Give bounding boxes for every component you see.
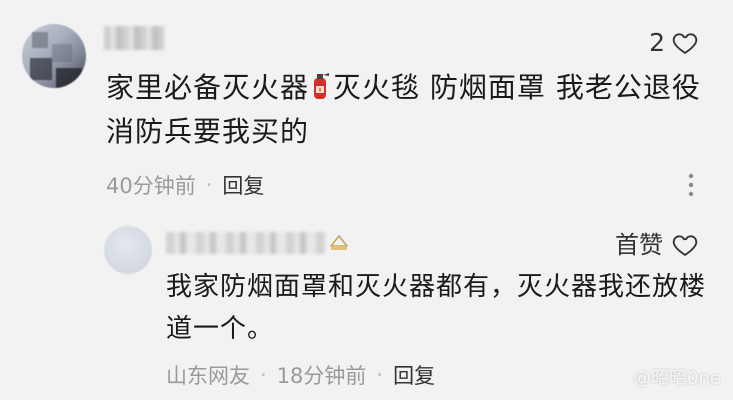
comment-text-part1: 家里必备灭火器 xyxy=(106,71,310,104)
reply-like-control[interactable]: 首赞 xyxy=(615,230,699,260)
username-blurred[interactable] xyxy=(104,26,164,50)
user-badge-icon xyxy=(330,235,348,250)
reply-text: 我家防烟面罩和灭火器都有，灭火器我还放楼道一个。 xyxy=(166,272,707,344)
avatar[interactable] xyxy=(22,24,86,88)
first-like-label: 首赞 xyxy=(615,231,663,259)
watermark: @昭昭0ne xyxy=(633,368,721,389)
reply-avatar[interactable] xyxy=(104,226,152,274)
vertical-ellipsis-icon[interactable] xyxy=(687,172,695,198)
heart-outline-icon[interactable] xyxy=(671,231,699,259)
like-control[interactable]: 2 xyxy=(649,28,699,58)
reply-location: 山东网友 xyxy=(166,364,250,388)
reply-meta: 山东网友 · 18分钟前 · 回复 xyxy=(166,360,435,390)
reply-button[interactable]: 回复 xyxy=(393,360,435,390)
comment-meta: 40分钟前 · 回复 xyxy=(106,170,264,200)
meta-separator: · xyxy=(376,363,384,387)
like-count: 2 xyxy=(649,28,665,57)
reply-time: 18分钟前 xyxy=(276,364,367,388)
reply-button[interactable]: 回复 xyxy=(222,170,264,200)
meta-separator: · xyxy=(260,363,267,387)
fire-extinguisher-icon xyxy=(314,73,330,99)
reply-username-blurred[interactable] xyxy=(166,232,326,254)
meta-separator: · xyxy=(205,173,213,197)
comment-thread: 2 家里必备灭火器 灭火毯 防烟面罩 我老公退役消防兵要我买的 40分钟前 · … xyxy=(0,0,733,400)
comment-time: 40分钟前 xyxy=(106,174,196,198)
heart-outline-icon[interactable] xyxy=(671,29,699,57)
comment-text: 家里必备灭火器 灭火毯 防烟面罩 我老公退役消防兵要我买的 xyxy=(106,66,706,154)
